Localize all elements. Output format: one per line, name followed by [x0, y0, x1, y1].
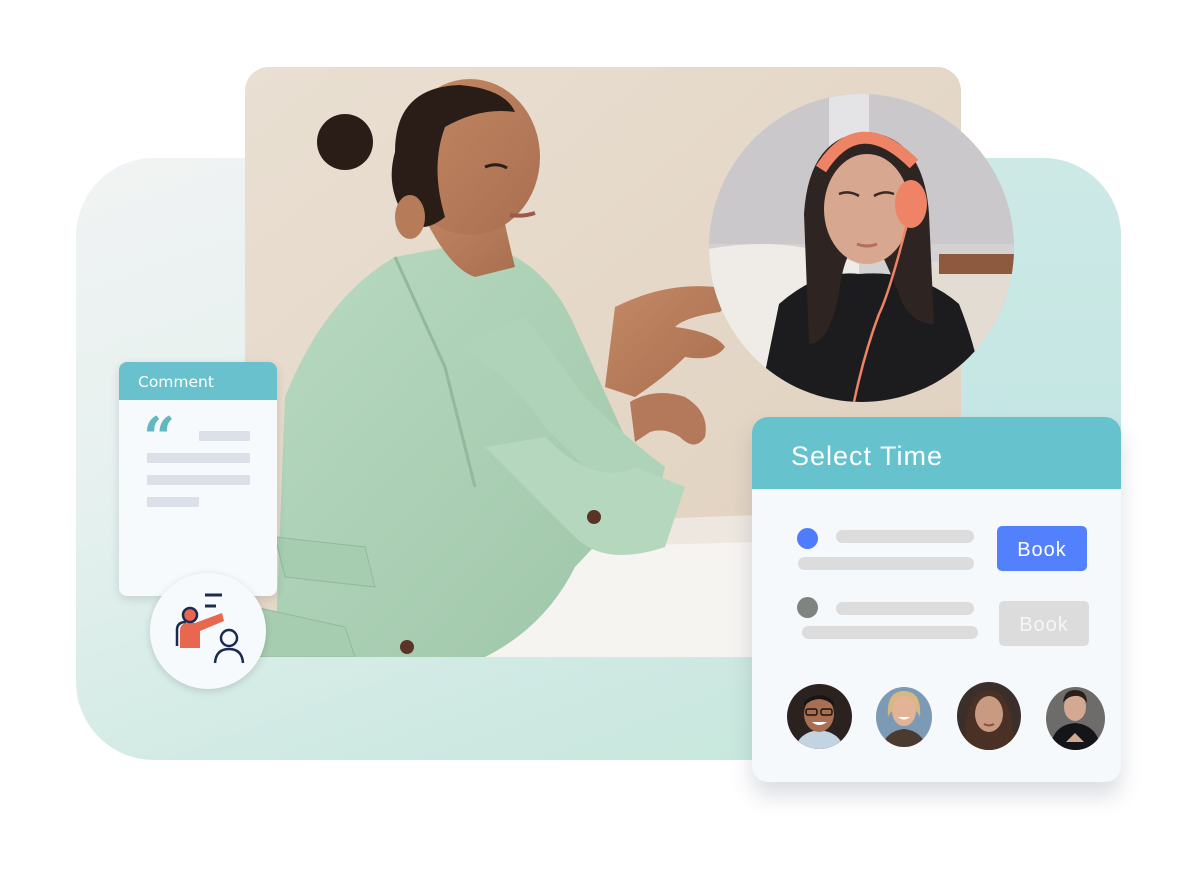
- avatar-woman-blonde[interactable]: [876, 687, 932, 747]
- teacher-badge: [150, 573, 266, 689]
- slot-placeholder-line: [836, 530, 974, 543]
- select-time-card: Select Time Book Book: [752, 417, 1121, 782]
- text-placeholder-line: [199, 431, 250, 441]
- avatar-woman-brunette[interactable]: [957, 682, 1021, 750]
- slot-status-dot: [797, 597, 818, 618]
- text-placeholder-line: [147, 475, 250, 485]
- avatar-man-glasses[interactable]: [787, 684, 852, 749]
- slot-placeholder-line: [798, 557, 974, 570]
- text-placeholder-line: [147, 497, 199, 507]
- comment-card-title: Comment: [119, 362, 277, 400]
- comment-card: Comment “: [119, 362, 277, 596]
- avatar-man-dark-hair[interactable]: [1046, 687, 1105, 750]
- teacher-student-icon: [175, 593, 245, 664]
- text-placeholder-line: [147, 453, 250, 463]
- headphones-woman-photo: [709, 94, 1014, 402]
- slot-placeholder-line: [802, 626, 978, 639]
- slot-placeholder-line: [836, 602, 974, 615]
- book-button-disabled[interactable]: Book: [999, 601, 1089, 646]
- slot-status-dot: [797, 528, 818, 549]
- book-button[interactable]: Book: [997, 526, 1087, 571]
- select-time-title: Select Time: [752, 417, 1121, 489]
